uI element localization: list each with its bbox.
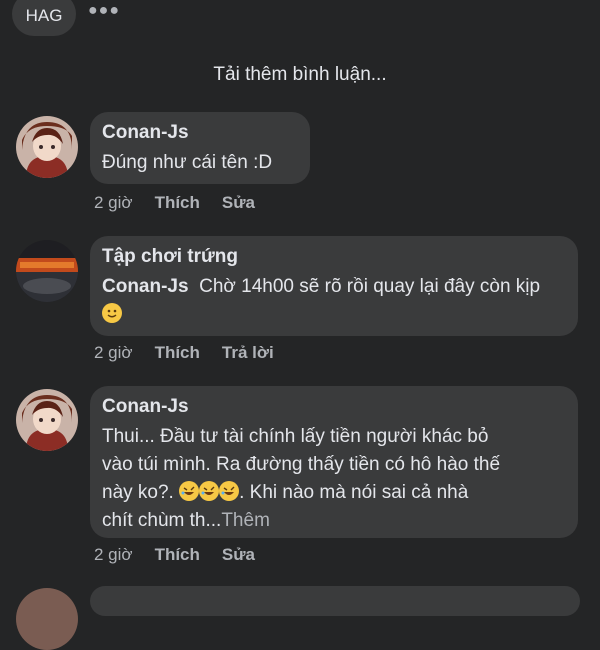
rolling-on-floor-laughing-icon	[219, 481, 240, 501]
comment-text: Đúng như cái tên :D	[102, 152, 273, 173]
comment-time[interactable]: 2 giờ	[94, 193, 133, 213]
ellipsis-icon[interactable]: ●●●	[88, 2, 120, 20]
reply-button[interactable]: Trả lời	[222, 343, 274, 363]
comment-author[interactable]: Tập chơi trứng	[102, 245, 564, 269]
comment-text: Thui... Đầu tư tài chính lấy tiền người …	[102, 423, 564, 535]
comment-bubble: Tập chơi trứng Conan-Js Chờ 14h00 sẽ rõ …	[90, 236, 578, 336]
comment-author[interactable]: Conan-Js	[102, 395, 564, 419]
comment-actions: 2 giờ Thích Sửa	[94, 545, 255, 565]
avatar[interactable]	[16, 240, 78, 302]
mentioned-user[interactable]: Conan-Js	[102, 276, 189, 297]
slightly-smiling-face-icon	[102, 303, 122, 323]
comment-time[interactable]: 2 giờ	[94, 343, 133, 363]
like-button[interactable]: Thích	[155, 193, 200, 213]
load-more-comments-link[interactable]: Tải thêm bình luận...	[0, 64, 600, 86]
comment-text: Conan-Js Chờ 14h00 sẽ rõ rồi quay lại đâ…	[102, 273, 564, 329]
see-more-link[interactable]: Thêm	[221, 510, 270, 531]
top-chip[interactable]: HAG	[12, 0, 76, 36]
comment-bubble	[90, 586, 580, 616]
comment-actions: 2 giờ Thích Sửa	[94, 193, 255, 213]
comment-text-line: chít chùm th...Thêm	[102, 507, 564, 535]
comment-bubble: Conan-Js Thui... Đầu tư tài chính lấy ti…	[90, 386, 578, 538]
avatar[interactable]	[16, 588, 78, 650]
avatar[interactable]	[16, 389, 78, 451]
edit-button[interactable]: Sửa	[222, 193, 255, 213]
comment-text-body: Chờ 14h00 sẽ rõ rồi quay lại đây còn kịp	[199, 276, 541, 297]
comment-text-line: Thui... Đầu tư tài chính lấy tiền người …	[102, 426, 489, 447]
comment-time[interactable]: 2 giờ	[94, 545, 133, 565]
rolling-on-floor-laughing-icon	[199, 481, 220, 501]
comment-author[interactable]: Conan-Js	[102, 121, 296, 145]
avatar[interactable]	[16, 116, 78, 178]
like-button[interactable]: Thích	[155, 343, 200, 363]
top-chip-label: HAG	[25, 6, 63, 25]
rolling-on-floor-laughing-icon	[179, 481, 200, 501]
comment-bubble: Conan-Js Đúng như cái tên :D	[90, 112, 310, 184]
like-button[interactable]: Thích	[155, 545, 200, 565]
comment-text-line: vào túi mình. Ra đường thấy tiền có hô h…	[102, 454, 501, 475]
comment-text-fragment: chít chùm th...	[102, 510, 222, 531]
comment-text-line: này ko?. . Khi nào mà nói sai cả nhà	[102, 479, 564, 507]
comment-text-fragment: . Khi nào mà nói sai cả nhà	[239, 482, 469, 503]
comment-actions: 2 giờ Thích Trả lời	[94, 343, 274, 363]
comment-text-fragment: này ko?.	[102, 482, 174, 503]
edit-button[interactable]: Sửa	[222, 545, 255, 565]
